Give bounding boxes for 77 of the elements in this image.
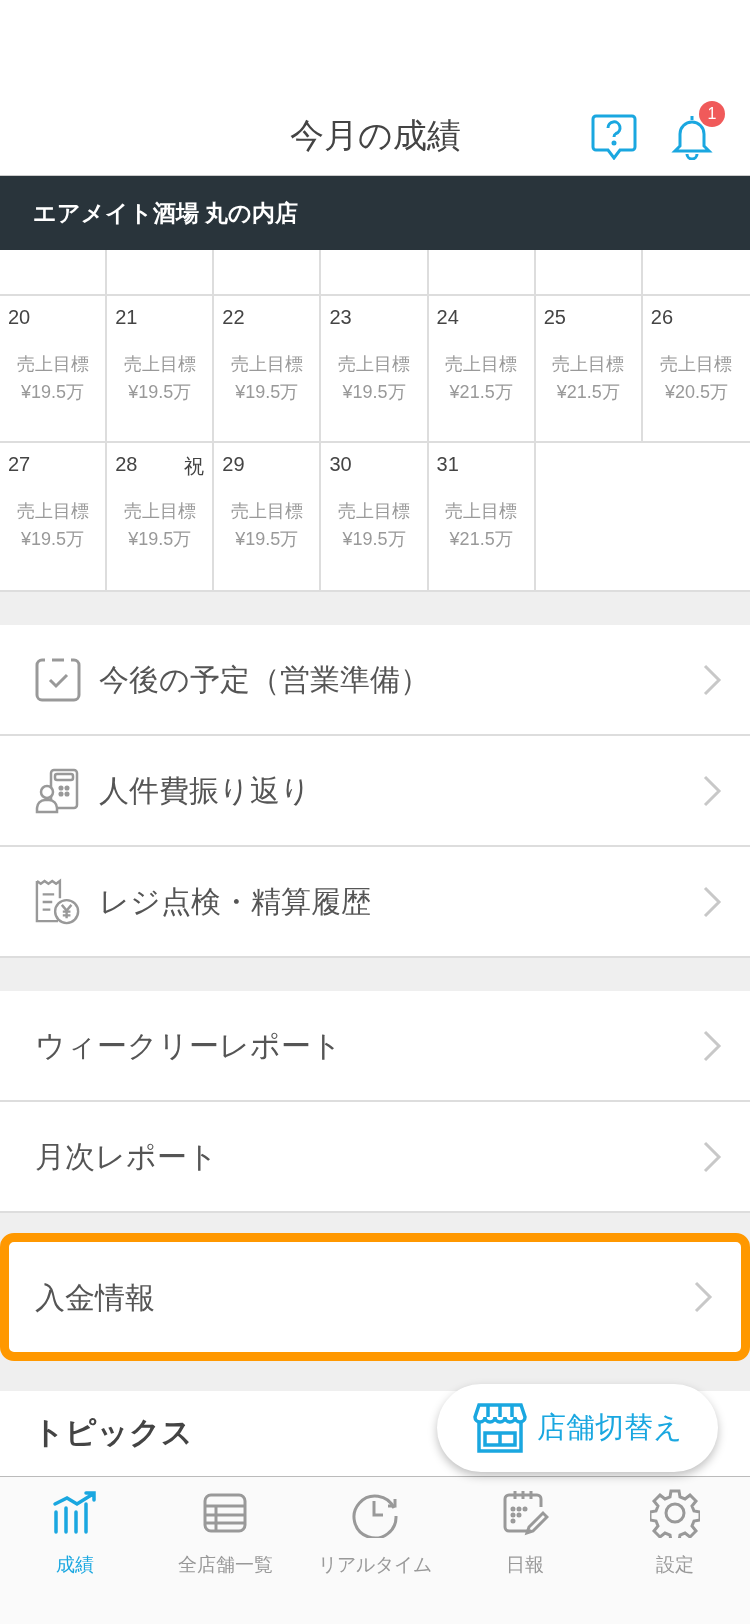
chevron-right-icon — [702, 884, 722, 919]
target-label: 売上目標 — [551, 353, 626, 376]
menu-item[interactable]: ウィークリーレポート — [0, 991, 750, 1102]
menu-label: レジ点検・精算履歴 — [99, 884, 371, 920]
target-amount: ¥19.5万 — [20, 381, 86, 404]
storefront-icon — [473, 1401, 527, 1455]
menu-item[interactable]: 入金情報 — [0, 1233, 750, 1361]
day-number: 20 — [8, 305, 31, 330]
calendar-cell[interactable]: 25 売上目標 ¥21.5万 — [535, 296, 643, 441]
menu-label: 入金情報 — [35, 1279, 155, 1316]
day-number: 26 — [650, 305, 674, 330]
target-amount: ¥19.5万 — [127, 381, 193, 404]
target-amount: ¥21.5万 — [448, 381, 514, 404]
menu-item[interactable]: 月次レポート — [0, 1102, 750, 1213]
menu-label: ウィークリーレポート — [35, 1028, 342, 1064]
target-label: 売上目標 — [15, 353, 90, 376]
chevron-right-icon — [693, 1280, 713, 1314]
target-label: 売上目標 — [444, 500, 519, 523]
day-number: 30 — [329, 452, 352, 477]
target-amount: ¥19.5万 — [341, 381, 407, 404]
day-number: 23 — [329, 305, 352, 330]
day-number: 28 — [115, 452, 138, 477]
menu-label: 人件費振り返り — [99, 773, 311, 809]
chevron-right-icon — [702, 1028, 722, 1063]
person-calculator-icon — [35, 767, 81, 814]
menu-item[interactable]: レジ点検・精算履歴 — [0, 847, 750, 958]
calendar-cell[interactable]: 26 売上目標 ¥20.5万 — [642, 296, 750, 441]
day-number: 29 — [222, 452, 245, 477]
target-label: 売上目標 — [337, 500, 411, 523]
chevron-right-icon — [702, 1139, 722, 1174]
target-amount: ¥21.5万 — [448, 528, 514, 551]
calendar-cell[interactable]: 27 売上目標 ¥19.5万 — [0, 443, 108, 590]
menu-item[interactable]: 今後の予定（営業準備） — [0, 625, 750, 736]
target-label: 売上目標 — [444, 353, 519, 376]
target-amount: ¥21.5万 — [555, 381, 621, 404]
day-number: 21 — [115, 305, 138, 330]
day-number: 31 — [436, 452, 459, 477]
target-amount: ¥19.5万 — [234, 381, 300, 404]
help-icon[interactable] — [590, 112, 638, 160]
receipt-yen-icon — [35, 878, 81, 925]
target-label: 売上目標 — [122, 500, 197, 523]
calendar-cell[interactable]: 23 売上目標 ¥19.5万 — [321, 296, 429, 441]
calendar-cell[interactable]: 28 祝 売上目標 ¥19.5万 — [107, 443, 215, 590]
target-label: 売上目標 — [122, 353, 197, 376]
menu-label: 月次レポート — [35, 1139, 218, 1175]
target-label: 売上目標 — [229, 500, 304, 523]
target-amount: ¥20.5万 — [663, 381, 729, 404]
target-amount: ¥19.5万 — [20, 528, 86, 551]
calendar-check-icon — [35, 656, 81, 703]
menu-label: 今後の予定（営業準備） — [99, 662, 430, 698]
day-number: 24 — [436, 305, 459, 330]
screen-title: 今月の成績 — [288, 115, 462, 156]
menu-item[interactable]: 人件費振り返り — [0, 736, 750, 847]
target-label: 売上目標 — [337, 353, 411, 376]
calendar-cell[interactable]: 31 売上目標 ¥21.5万 — [428, 443, 536, 590]
topics-title: トピックス — [33, 1414, 193, 1453]
day-number: 27 — [8, 452, 31, 477]
calendar-cell[interactable]: 30 売上目標 ¥19.5万 — [321, 443, 429, 590]
settings-icon — [650, 1487, 700, 1539]
target-label: 売上目標 — [15, 500, 90, 523]
target-amount: ¥19.5万 — [234, 528, 300, 551]
holiday-mark: 祝 — [184, 454, 205, 479]
day-number: 25 — [543, 305, 566, 330]
calendar-cell[interactable]: 20 売上目標 ¥19.5万 — [0, 296, 108, 441]
calendar-cell[interactable]: 24 売上目標 ¥21.5万 — [428, 296, 536, 441]
calendar-cell[interactable]: 21 売上目標 ¥19.5万 — [107, 296, 215, 441]
chevron-right-icon — [702, 662, 722, 697]
calendar-cell[interactable]: 22 売上目標 ¥19.5万 — [214, 296, 322, 441]
target-amount: ¥19.5万 — [341, 528, 407, 551]
store-name: エアメイト酒場 丸の内店 — [33, 198, 299, 228]
target-label: 売上目標 — [659, 353, 734, 376]
target-amount: ¥19.5万 — [127, 528, 193, 551]
day-number: 22 — [222, 305, 245, 330]
chevron-right-icon — [702, 773, 722, 808]
notification-badge: 1 — [699, 101, 725, 127]
target-label: 売上目標 — [229, 353, 304, 376]
calendar-cell[interactable]: 29 売上目標 ¥19.5万 — [214, 443, 322, 590]
